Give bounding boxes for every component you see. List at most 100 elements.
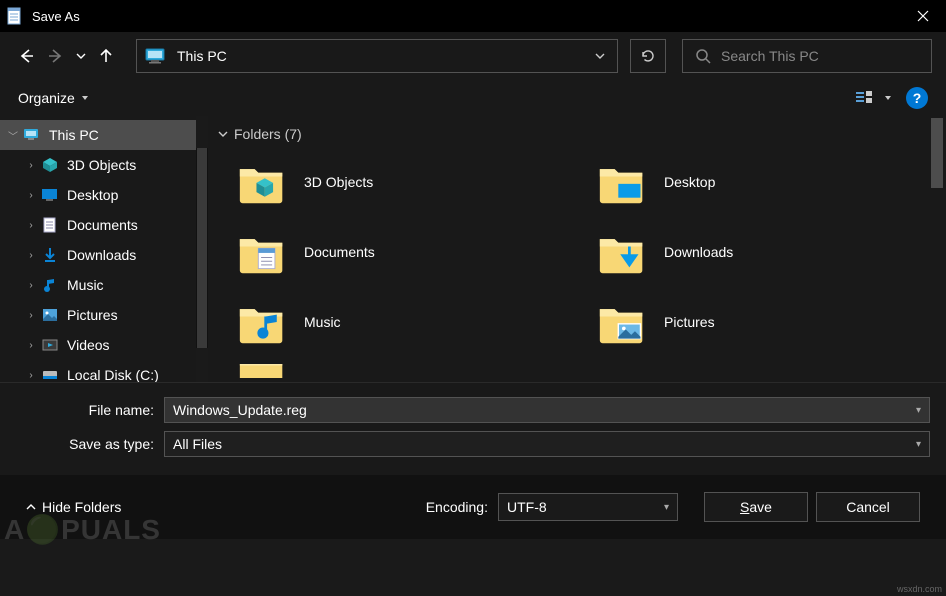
documents-icon <box>41 217 59 233</box>
chevron-right-icon[interactable]: › <box>25 160 37 171</box>
address-bar[interactable]: This PC <box>136 39 618 73</box>
folder-item-pictures[interactable]: Pictures <box>596 294 916 350</box>
encoding-label: Encoding: <box>426 499 488 515</box>
sidebar-item-label: Music <box>67 277 104 293</box>
sidebar-item-3d-objects[interactable]: › 3D Objects <box>0 150 196 180</box>
filename-label: File name: <box>16 402 164 418</box>
folder-item-documents[interactable]: Documents <box>236 224 556 280</box>
group-header-label: Folders (7) <box>234 126 302 142</box>
dialog-footer: Hide Folders Encoding: UTF-8 ▾ Save Canc… <box>0 475 946 539</box>
filename-value: Windows_Update.reg <box>173 402 916 418</box>
sidebar-item-label: Local Disk (C:) <box>67 367 159 382</box>
sidebar-item-local-disk-c[interactable]: › Local Disk (C:) <box>0 360 196 382</box>
sidebar-item-label: Desktop <box>67 187 118 203</box>
help-button[interactable]: ? <box>906 87 928 109</box>
sidebar-item-label: Pictures <box>67 307 118 323</box>
encoding-value: UTF-8 <box>507 499 664 515</box>
navigation-pane: ﹀ This PC › 3D Objects › Desktop <box>0 116 196 382</box>
splitter-handle[interactable] <box>196 148 208 348</box>
chevron-right-icon[interactable]: › <box>25 190 37 201</box>
folder-item-music[interactable]: Music <box>236 294 556 350</box>
folder-item-partial[interactable] <box>236 364 556 378</box>
chevron-right-icon[interactable]: › <box>25 370 37 381</box>
chevron-right-icon[interactable]: › <box>25 280 37 291</box>
sidebar-item-music[interactable]: › Music <box>0 270 196 300</box>
organize-menu[interactable]: Organize <box>18 90 89 106</box>
music-icon <box>41 277 59 293</box>
save-button[interactable]: Save <box>704 492 808 522</box>
nav-bar: This PC <box>0 32 946 80</box>
chevron-down-icon <box>595 51 605 61</box>
downloads-folder-icon <box>596 228 648 276</box>
chevron-right-icon[interactable]: › <box>25 250 37 261</box>
this-pc-icon <box>145 48 167 64</box>
command-bar: Organize ? <box>0 80 946 116</box>
filetype-value: All Files <box>173 436 916 452</box>
pictures-folder-icon <box>596 298 648 346</box>
filename-input[interactable]: Windows_Update.reg ▾ <box>164 397 930 423</box>
downloads-icon <box>41 247 59 263</box>
hide-folders-button[interactable]: Hide Folders <box>26 499 121 515</box>
notepad-icon <box>6 7 24 25</box>
filetype-select[interactable]: All Files ▾ <box>164 431 930 457</box>
disk-icon <box>41 367 59 382</box>
scrollbar-thumb[interactable] <box>931 118 943 188</box>
folder-item-desktop[interactable]: Desktop <box>596 154 916 210</box>
documents-folder-icon <box>236 228 288 276</box>
sidebar-item-pictures[interactable]: › Pictures <box>0 300 196 330</box>
folder-item-downloads[interactable]: Downloads <box>596 224 916 280</box>
sidebar-item-videos[interactable]: › Videos <box>0 330 196 360</box>
expand-icon[interactable]: ﹀ <box>7 128 19 143</box>
sidebar-item-downloads[interactable]: › Downloads <box>0 240 196 270</box>
titlebar: Save As <box>0 0 946 32</box>
chevron-right-icon[interactable]: › <box>25 310 37 321</box>
search-input[interactable] <box>721 48 919 64</box>
credit-text: wsxdn.com <box>897 584 942 594</box>
address-dropdown-button[interactable] <box>583 40 617 72</box>
up-button[interactable] <box>94 41 118 71</box>
sidebar-item-label: 3D Objects <box>67 157 136 173</box>
chevron-right-icon[interactable]: › <box>25 220 37 231</box>
refresh-button[interactable] <box>630 39 666 73</box>
chevron-down-icon <box>884 94 892 102</box>
back-button[interactable] <box>14 41 38 71</box>
folder-item-label: Desktop <box>664 174 715 190</box>
window-title: Save As <box>32 9 80 24</box>
organize-label: Organize <box>18 90 75 106</box>
folder-item-3d-objects[interactable]: 3D Objects <box>236 154 556 210</box>
close-button[interactable] <box>900 0 946 32</box>
view-options-icon <box>856 89 880 107</box>
chevron-down-icon <box>218 129 228 139</box>
chevron-right-icon[interactable]: › <box>25 340 37 351</box>
sidebar-item-desktop[interactable]: › Desktop <box>0 180 196 210</box>
forward-button[interactable] <box>44 41 68 71</box>
search-icon <box>695 48 711 64</box>
view-options-button[interactable] <box>856 89 892 107</box>
folder-item-label: Downloads <box>664 244 733 260</box>
vertical-scrollbar[interactable] <box>928 116 946 382</box>
3d-objects-icon <box>41 157 59 173</box>
help-icon: ? <box>913 90 922 106</box>
sidebar-item-this-pc[interactable]: ﹀ This PC <box>0 120 196 150</box>
folder-view: Folders (7) 3D Objects <box>208 116 928 382</box>
chevron-up-icon <box>26 502 36 512</box>
chevron-down-icon[interactable]: ▾ <box>916 405 921 416</box>
recent-locations-button[interactable] <box>74 41 88 71</box>
sidebar-item-label: Downloads <box>67 247 136 263</box>
close-icon <box>917 10 929 22</box>
chevron-down-icon[interactable]: ▾ <box>664 502 669 513</box>
folder-item-label: Pictures <box>664 314 715 330</box>
back-arrow-icon <box>17 47 35 65</box>
search-box[interactable] <box>682 39 932 73</box>
chevron-down-icon[interactable]: ▾ <box>916 439 921 450</box>
chevron-down-icon <box>76 51 86 61</box>
save-form: File name: Windows_Update.reg ▾ Save as … <box>0 382 946 475</box>
sidebar-item-label: Documents <box>67 217 138 233</box>
encoding-select[interactable]: UTF-8 ▾ <box>498 493 678 521</box>
cancel-button[interactable]: Cancel <box>816 492 920 522</box>
3d-objects-folder-icon <box>236 158 288 206</box>
sidebar-item-documents[interactable]: › Documents <box>0 210 196 240</box>
folder-item-label: Documents <box>304 244 375 260</box>
group-header-folders[interactable]: Folders (7) <box>216 122 920 146</box>
folder-item-label: Music <box>304 314 341 330</box>
